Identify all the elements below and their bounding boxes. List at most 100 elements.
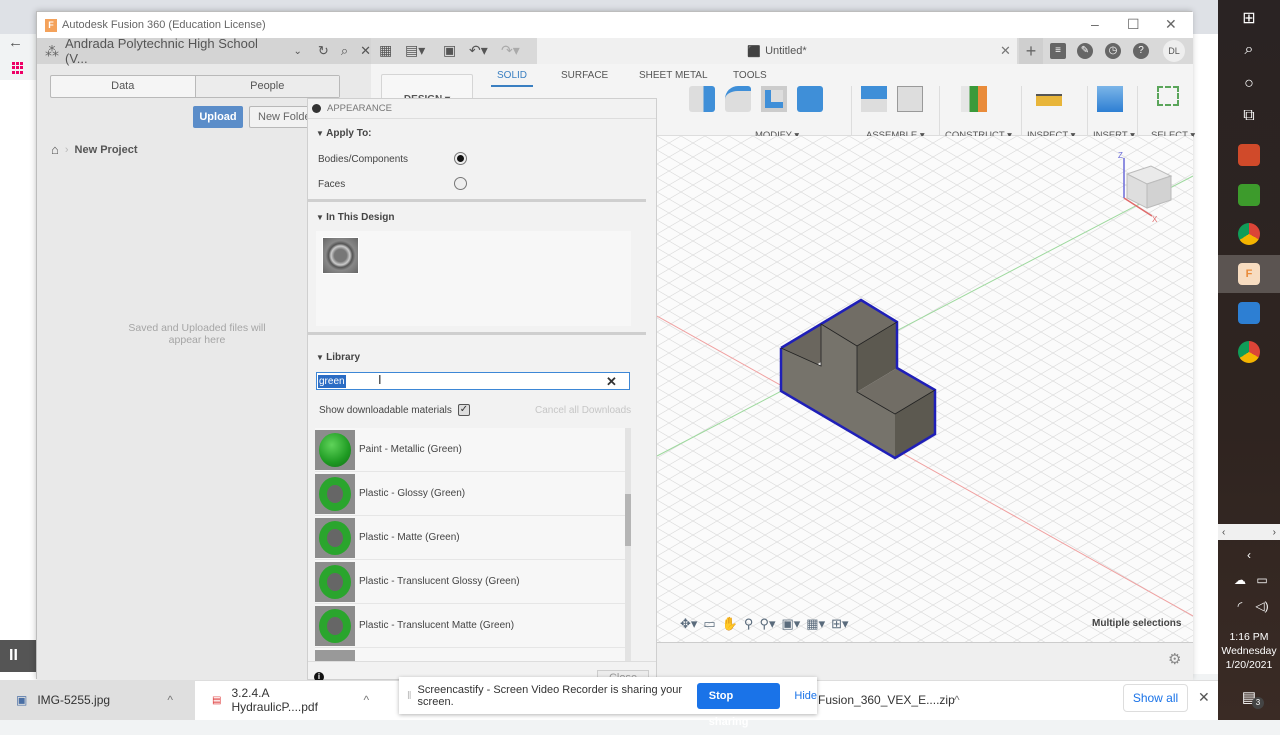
help-icon[interactable]: ?	[1133, 43, 1149, 59]
apps-grid-icon[interactable]	[12, 62, 24, 74]
viewports-icon[interactable]: ⊞▾	[831, 616, 848, 632]
collapse-dialog-icon[interactable]	[312, 104, 321, 113]
cortana-icon[interactable]: ○	[1237, 72, 1261, 96]
upload-button[interactable]: Upload	[193, 106, 243, 128]
tab-solid[interactable]: SOLID	[491, 70, 534, 87]
chevron-up-icon[interactable]: ^	[954, 693, 960, 707]
measure-icon[interactable]	[1036, 94, 1062, 106]
download-item[interactable]: Fusion_360_VEX_E....zip ^	[818, 680, 960, 720]
library-search-input[interactable]: green	[316, 372, 630, 390]
team-selector[interactable]: ⁂ Andrada Polytechnic High School (V... …	[37, 36, 371, 66]
show-all-button[interactable]: Show all	[1123, 684, 1188, 712]
file-menu-icon[interactable]: ▤▾	[405, 42, 425, 59]
redo-icon[interactable]: ↷▾	[501, 42, 520, 59]
onedrive-icon[interactable]: ☁	[1228, 568, 1252, 592]
material-item-partial[interactable]	[315, 648, 625, 662]
chrome-profile-icon[interactable]	[1238, 223, 1260, 245]
chevron-up-icon[interactable]: ^	[167, 693, 173, 707]
new-folder-button[interactable]: New Folde	[249, 106, 309, 128]
in-this-design-heading[interactable]: In This Design	[316, 212, 394, 223]
radio-bodies-components[interactable]	[454, 152, 467, 165]
search-icon[interactable]: ⌕	[1237, 38, 1261, 62]
settings-gear-icon[interactable]: ⚙	[1168, 650, 1181, 668]
snipping-tool-icon[interactable]	[1238, 144, 1260, 166]
close-panel-icon[interactable]: ✕	[360, 43, 371, 59]
fillet-icon[interactable]	[725, 86, 751, 112]
chevron-down-icon[interactable]: ⌄	[294, 46, 302, 57]
tab-surface[interactable]: SURFACE	[561, 70, 608, 81]
stop-sharing-button[interactable]: Stop sharing	[696, 682, 781, 728]
library-heading[interactable]: Library	[316, 352, 360, 363]
job-status-icon[interactable]: ✎	[1077, 43, 1093, 59]
material-item[interactable]: Plastic - Matte (Green)	[315, 516, 625, 560]
fusion-360-taskbar-icon[interactable]: F	[1238, 263, 1260, 285]
user-avatar[interactable]: DL	[1163, 40, 1185, 62]
windows-start-icon[interactable]: ⊞	[1237, 6, 1261, 30]
drag-handle-icon[interactable]: ‖	[407, 690, 412, 702]
save-icon[interactable]: ▣	[443, 42, 456, 59]
fit-icon[interactable]: ⚲▾	[759, 616, 775, 632]
insert-image-icon[interactable]	[1097, 86, 1123, 112]
home-icon[interactable]: ⌂	[51, 142, 59, 157]
radio-faces[interactable]	[454, 177, 467, 190]
download-item[interactable]: ▤ 3.2.4.A HydraulicP....pdf ^	[212, 680, 369, 720]
chrome-icon[interactable]	[1238, 341, 1260, 363]
viewport-canvas[interactable]: Z X	[657, 136, 1193, 642]
cancel-downloads-link[interactable]: Cancel all Downloads	[535, 405, 631, 416]
new-component-icon[interactable]	[861, 86, 887, 112]
data-panel-grid-icon[interactable]: ▦	[379, 42, 392, 59]
history-icon[interactable]: ◷	[1105, 43, 1121, 59]
press-pull-icon[interactable]	[689, 86, 715, 112]
material-item[interactable]: Plastic - Translucent Glossy (Green)	[315, 560, 625, 604]
download-item[interactable]: ▣ IMG-5255.jpg ^	[0, 680, 195, 720]
combine-icon[interactable]	[797, 86, 823, 112]
close-tab-icon[interactable]: ✕	[1000, 43, 1011, 59]
appearance-header[interactable]: APPEARANCE	[308, 99, 656, 119]
search-icon[interactable]: ⌕	[341, 43, 348, 59]
undo-icon[interactable]: ↶▾	[469, 42, 488, 59]
photos-app-icon[interactable]	[1238, 302, 1260, 324]
scrollbar-thumb[interactable]	[625, 494, 631, 546]
material-item[interactable]: Plastic - Translucent Matte (Green)	[315, 604, 625, 648]
task-view-icon[interactable]: ⧉	[1237, 104, 1261, 128]
clear-search-icon[interactable]: ✕	[606, 374, 617, 390]
webcam-app-icon[interactable]	[1238, 184, 1260, 206]
tab-data[interactable]: Data	[51, 76, 195, 97]
look-at-icon[interactable]: ▭	[703, 616, 715, 632]
shell-icon[interactable]	[761, 86, 787, 112]
apply-to-heading[interactable]: Apply To:	[316, 128, 371, 139]
display-settings-icon[interactable]: ▣▾	[781, 616, 800, 632]
material-item[interactable]: Plastic - Glossy (Green)	[315, 472, 625, 516]
orbit-icon[interactable]: ✥▾	[680, 616, 697, 632]
tab-sheet-metal[interactable]: SHEET METAL	[639, 70, 708, 81]
show-hidden-icons[interactable]: ‹	[1237, 543, 1261, 567]
design-material-swatch[interactable]	[322, 237, 359, 274]
window-close-button[interactable]: ✕	[1165, 16, 1177, 33]
joint-icon[interactable]	[897, 86, 923, 112]
minimize-button[interactable]: –	[1091, 16, 1099, 32]
notifications-icon[interactable]: ≡	[1050, 43, 1066, 59]
material-item[interactable]: Paint - Metallic (Green)	[315, 428, 625, 472]
maximize-button[interactable]: ☐	[1127, 16, 1140, 33]
document-tab[interactable]: ⬛ Untitled*	[537, 38, 1017, 64]
show-downloadable-checkbox[interactable]: ✓	[458, 404, 470, 416]
hide-button[interactable]: Hide	[794, 690, 817, 702]
tab-people[interactable]: People	[194, 76, 339, 97]
volume-icon[interactable]: ◁)	[1250, 594, 1274, 618]
pan-icon[interactable]: ✋	[722, 616, 738, 632]
wifi-icon[interactable]: ◜	[1228, 594, 1252, 618]
breadcrumb-project[interactable]: New Project	[75, 144, 138, 156]
browser-back-icon[interactable]: ←	[8, 34, 23, 51]
offset-plane-icon[interactable]	[961, 86, 987, 112]
tab-tools[interactable]: TOOLS	[733, 70, 767, 81]
pause-recording-icon[interactable]: II	[0, 640, 36, 672]
close-downloads-icon[interactable]: ✕	[1198, 689, 1210, 706]
refresh-icon[interactable]: ↻	[318, 43, 329, 59]
taskbar-scrollbar[interactable]: ‹ ›	[1218, 524, 1280, 540]
taskbar-clock[interactable]: 1:16 PM Wednesday 1/20/2021	[1218, 630, 1280, 672]
3d-viewport[interactable]: Z X	[657, 136, 1193, 642]
select-box-icon[interactable]	[1157, 86, 1179, 106]
battery-icon[interactable]: ▭	[1250, 568, 1274, 592]
zoom-icon[interactable]: ⚲	[744, 616, 754, 632]
new-tab-button[interactable]: +	[1019, 38, 1043, 64]
